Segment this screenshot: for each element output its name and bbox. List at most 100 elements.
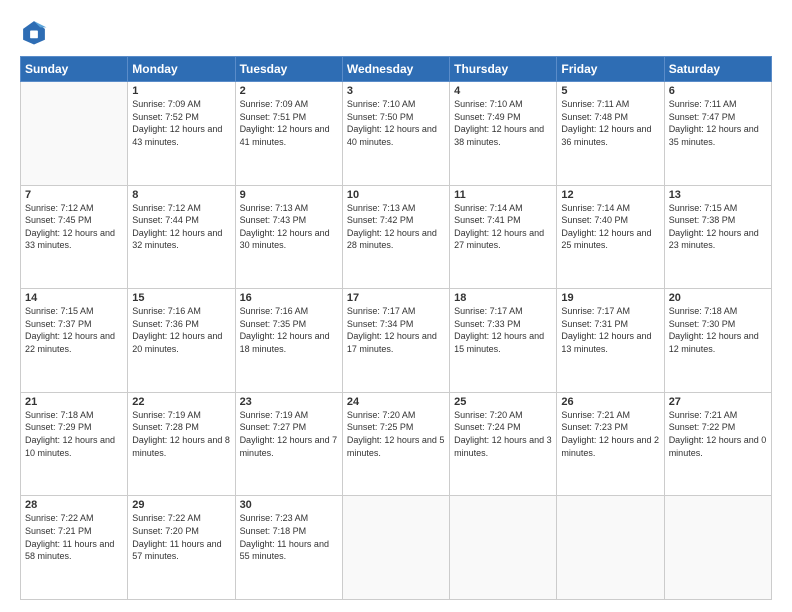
weekday-header: Monday — [128, 57, 235, 82]
calendar-day-cell — [664, 496, 771, 600]
day-info: Sunrise: 7:18 AMSunset: 7:29 PMDaylight:… — [25, 409, 123, 459]
weekday-header: Sunday — [21, 57, 128, 82]
calendar-day-cell: 21Sunrise: 7:18 AMSunset: 7:29 PMDayligh… — [21, 392, 128, 496]
day-number: 8 — [132, 189, 230, 201]
calendar-day-cell: 17Sunrise: 7:17 AMSunset: 7:34 PMDayligh… — [342, 289, 449, 393]
calendar-day-cell — [450, 496, 557, 600]
day-info: Sunrise: 7:10 AMSunset: 7:50 PMDaylight:… — [347, 98, 445, 148]
calendar-day-cell: 20Sunrise: 7:18 AMSunset: 7:30 PMDayligh… — [664, 289, 771, 393]
day-number: 16 — [240, 292, 338, 304]
calendar-day-cell: 10Sunrise: 7:13 AMSunset: 7:42 PMDayligh… — [342, 185, 449, 289]
header — [20, 18, 772, 46]
weekday-header: Friday — [557, 57, 664, 82]
day-info: Sunrise: 7:11 AMSunset: 7:47 PMDaylight:… — [669, 98, 767, 148]
day-info: Sunrise: 7:22 AMSunset: 7:21 PMDaylight:… — [25, 512, 123, 562]
weekday-header: Thursday — [450, 57, 557, 82]
day-number: 12 — [561, 189, 659, 201]
day-info: Sunrise: 7:17 AMSunset: 7:34 PMDaylight:… — [347, 305, 445, 355]
day-number: 18 — [454, 292, 552, 304]
day-number: 7 — [25, 189, 123, 201]
calendar-day-cell: 27Sunrise: 7:21 AMSunset: 7:22 PMDayligh… — [664, 392, 771, 496]
calendar-day-cell: 7Sunrise: 7:12 AMSunset: 7:45 PMDaylight… — [21, 185, 128, 289]
calendar-table: SundayMondayTuesdayWednesdayThursdayFrid… — [20, 56, 772, 600]
day-number: 10 — [347, 189, 445, 201]
day-number: 28 — [25, 499, 123, 511]
calendar-day-cell: 18Sunrise: 7:17 AMSunset: 7:33 PMDayligh… — [450, 289, 557, 393]
calendar-day-cell: 2Sunrise: 7:09 AMSunset: 7:51 PMDaylight… — [235, 82, 342, 186]
day-info: Sunrise: 7:17 AMSunset: 7:31 PMDaylight:… — [561, 305, 659, 355]
day-number: 29 — [132, 499, 230, 511]
day-number: 17 — [347, 292, 445, 304]
calendar-day-cell: 11Sunrise: 7:14 AMSunset: 7:41 PMDayligh… — [450, 185, 557, 289]
day-number: 5 — [561, 85, 659, 97]
calendar-day-cell: 9Sunrise: 7:13 AMSunset: 7:43 PMDaylight… — [235, 185, 342, 289]
day-info: Sunrise: 7:09 AMSunset: 7:51 PMDaylight:… — [240, 98, 338, 148]
day-info: Sunrise: 7:15 AMSunset: 7:38 PMDaylight:… — [669, 202, 767, 252]
day-info: Sunrise: 7:11 AMSunset: 7:48 PMDaylight:… — [561, 98, 659, 148]
day-number: 20 — [669, 292, 767, 304]
calendar-day-cell: 6Sunrise: 7:11 AMSunset: 7:47 PMDaylight… — [664, 82, 771, 186]
calendar-week-row: 7Sunrise: 7:12 AMSunset: 7:45 PMDaylight… — [21, 185, 772, 289]
day-info: Sunrise: 7:20 AMSunset: 7:24 PMDaylight:… — [454, 409, 552, 459]
weekday-header: Tuesday — [235, 57, 342, 82]
day-info: Sunrise: 7:16 AMSunset: 7:35 PMDaylight:… — [240, 305, 338, 355]
calendar-day-cell: 25Sunrise: 7:20 AMSunset: 7:24 PMDayligh… — [450, 392, 557, 496]
day-info: Sunrise: 7:14 AMSunset: 7:40 PMDaylight:… — [561, 202, 659, 252]
day-info: Sunrise: 7:09 AMSunset: 7:52 PMDaylight:… — [132, 98, 230, 148]
calendar-day-cell: 8Sunrise: 7:12 AMSunset: 7:44 PMDaylight… — [128, 185, 235, 289]
calendar-day-cell: 14Sunrise: 7:15 AMSunset: 7:37 PMDayligh… — [21, 289, 128, 393]
day-number: 15 — [132, 292, 230, 304]
day-info: Sunrise: 7:13 AMSunset: 7:42 PMDaylight:… — [347, 202, 445, 252]
calendar-day-cell — [557, 496, 664, 600]
day-number: 23 — [240, 396, 338, 408]
day-info: Sunrise: 7:12 AMSunset: 7:45 PMDaylight:… — [25, 202, 123, 252]
calendar-day-cell: 5Sunrise: 7:11 AMSunset: 7:48 PMDaylight… — [557, 82, 664, 186]
calendar-day-cell: 23Sunrise: 7:19 AMSunset: 7:27 PMDayligh… — [235, 392, 342, 496]
calendar-day-cell — [21, 82, 128, 186]
day-number: 22 — [132, 396, 230, 408]
calendar-day-cell: 30Sunrise: 7:23 AMSunset: 7:18 PMDayligh… — [235, 496, 342, 600]
day-info: Sunrise: 7:21 AMSunset: 7:23 PMDaylight:… — [561, 409, 659, 459]
day-number: 30 — [240, 499, 338, 511]
calendar-day-cell: 16Sunrise: 7:16 AMSunset: 7:35 PMDayligh… — [235, 289, 342, 393]
calendar-day-cell: 13Sunrise: 7:15 AMSunset: 7:38 PMDayligh… — [664, 185, 771, 289]
day-number: 2 — [240, 85, 338, 97]
day-info: Sunrise: 7:21 AMSunset: 7:22 PMDaylight:… — [669, 409, 767, 459]
day-info: Sunrise: 7:22 AMSunset: 7:20 PMDaylight:… — [132, 512, 230, 562]
day-number: 21 — [25, 396, 123, 408]
calendar-day-cell: 4Sunrise: 7:10 AMSunset: 7:49 PMDaylight… — [450, 82, 557, 186]
day-info: Sunrise: 7:12 AMSunset: 7:44 PMDaylight:… — [132, 202, 230, 252]
day-info: Sunrise: 7:20 AMSunset: 7:25 PMDaylight:… — [347, 409, 445, 459]
day-info: Sunrise: 7:16 AMSunset: 7:36 PMDaylight:… — [132, 305, 230, 355]
day-info: Sunrise: 7:10 AMSunset: 7:49 PMDaylight:… — [454, 98, 552, 148]
day-info: Sunrise: 7:19 AMSunset: 7:28 PMDaylight:… — [132, 409, 230, 459]
day-info: Sunrise: 7:17 AMSunset: 7:33 PMDaylight:… — [454, 305, 552, 355]
calendar-day-cell: 24Sunrise: 7:20 AMSunset: 7:25 PMDayligh… — [342, 392, 449, 496]
calendar-week-row: 21Sunrise: 7:18 AMSunset: 7:29 PMDayligh… — [21, 392, 772, 496]
calendar-day-cell: 19Sunrise: 7:17 AMSunset: 7:31 PMDayligh… — [557, 289, 664, 393]
calendar-day-cell: 12Sunrise: 7:14 AMSunset: 7:40 PMDayligh… — [557, 185, 664, 289]
logo-icon — [20, 18, 48, 46]
day-info: Sunrise: 7:23 AMSunset: 7:18 PMDaylight:… — [240, 512, 338, 562]
day-info: Sunrise: 7:19 AMSunset: 7:27 PMDaylight:… — [240, 409, 338, 459]
day-number: 1 — [132, 85, 230, 97]
day-number: 3 — [347, 85, 445, 97]
day-number: 9 — [240, 189, 338, 201]
day-info: Sunrise: 7:18 AMSunset: 7:30 PMDaylight:… — [669, 305, 767, 355]
calendar-week-row: 28Sunrise: 7:22 AMSunset: 7:21 PMDayligh… — [21, 496, 772, 600]
day-info: Sunrise: 7:15 AMSunset: 7:37 PMDaylight:… — [25, 305, 123, 355]
calendar-day-cell: 26Sunrise: 7:21 AMSunset: 7:23 PMDayligh… — [557, 392, 664, 496]
day-number: 24 — [347, 396, 445, 408]
day-number: 4 — [454, 85, 552, 97]
day-info: Sunrise: 7:14 AMSunset: 7:41 PMDaylight:… — [454, 202, 552, 252]
day-number: 25 — [454, 396, 552, 408]
weekday-header: Saturday — [664, 57, 771, 82]
day-number: 26 — [561, 396, 659, 408]
day-number: 14 — [25, 292, 123, 304]
calendar-week-row: 14Sunrise: 7:15 AMSunset: 7:37 PMDayligh… — [21, 289, 772, 393]
page: SundayMondayTuesdayWednesdayThursdayFrid… — [0, 0, 792, 612]
calendar-day-cell: 1Sunrise: 7:09 AMSunset: 7:52 PMDaylight… — [128, 82, 235, 186]
calendar-day-cell: 15Sunrise: 7:16 AMSunset: 7:36 PMDayligh… — [128, 289, 235, 393]
day-number: 6 — [669, 85, 767, 97]
day-number: 13 — [669, 189, 767, 201]
